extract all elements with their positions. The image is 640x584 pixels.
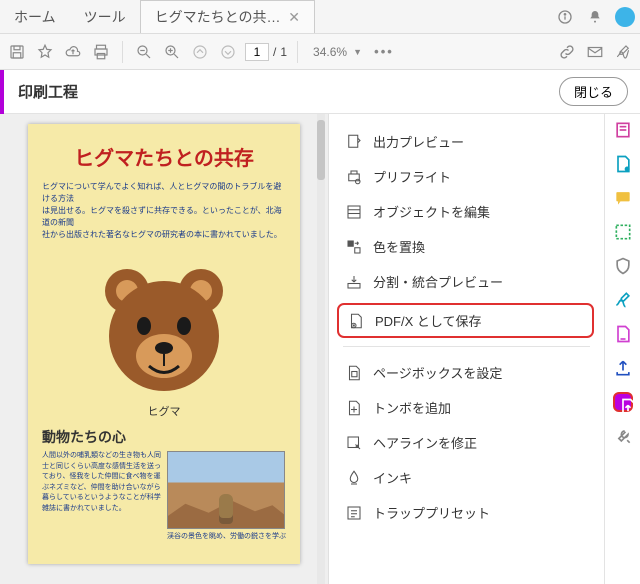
page-down-icon[interactable] xyxy=(217,41,239,63)
tab-document-label: ヒグマたちとの共… xyxy=(155,7,281,27)
link-icon[interactable] xyxy=(556,41,578,63)
scrollbar-thumb[interactable] xyxy=(317,120,325,180)
main-area: ヒグマたちとの共存 ヒグマについて学んでよく知れば、人とヒグマの間のトラブルを避… xyxy=(0,114,640,584)
close-panel-button[interactable]: 閉じる xyxy=(559,77,628,106)
rail-sign-icon[interactable] xyxy=(613,290,633,310)
mail-icon[interactable] xyxy=(584,41,606,63)
right-tool-rail xyxy=(604,114,640,584)
item-ink[interactable]: インキ xyxy=(329,460,604,495)
main-toolbar: / 1 34.6% ▼ ••• xyxy=(0,34,640,70)
item-fix-hairlines[interactable]: ヘアラインを修正 xyxy=(329,425,604,460)
item-label: インキ xyxy=(373,468,412,487)
zoom-out-icon[interactable] xyxy=(133,41,155,63)
sign-icon[interactable] xyxy=(612,41,634,63)
save-icon[interactable] xyxy=(6,41,28,63)
rail-wrench-icon[interactable] xyxy=(613,426,633,446)
pdf-page: ヒグマたちとの共存 ヒグマについて学んでよく知れば、人とヒグマの間のトラブルを避… xyxy=(28,124,300,564)
item-label: ページボックスを設定 xyxy=(373,363,502,382)
window-tabs: ホーム ツール ヒグマたちとの共… ✕ xyxy=(0,0,640,34)
bear-caption: ヒグマ xyxy=(42,403,286,419)
page-indicator: / 1 xyxy=(245,43,287,61)
panel-accent xyxy=(0,70,4,114)
document-viewport[interactable]: ヒグマたちとの共存 ヒグマについて学んでよく知れば、人とヒグマの間のトラブルを避… xyxy=(0,114,328,584)
item-edit-object[interactable]: オブジェクトを編集 xyxy=(329,194,604,229)
item-page-boxes[interactable]: ページボックスを設定 xyxy=(329,355,604,390)
panel-header: 印刷工程 閉じる xyxy=(0,70,640,114)
item-label: オブジェクトを編集 xyxy=(373,202,490,221)
cloud-upload-icon[interactable] xyxy=(62,41,84,63)
close-tab-icon[interactable]: ✕ xyxy=(288,9,300,26)
rail-document-icon[interactable] xyxy=(613,324,633,344)
zoom-dropdown[interactable]: 34.6% ▼ xyxy=(308,42,367,62)
zoom-in-icon[interactable] xyxy=(161,41,183,63)
item-label: 色を置換 xyxy=(373,237,425,256)
item-save-as-pdfx[interactable]: PDF/X として保存 xyxy=(337,303,594,338)
more-icon[interactable]: ••• xyxy=(373,41,395,63)
chevron-down-icon: ▼ xyxy=(353,47,362,57)
doc-body-3: 社から出版された著名なヒグマの研究者の本に書かれていました。 xyxy=(42,229,286,241)
item-trap-presets[interactable]: トラッププリセット xyxy=(329,495,604,530)
rail-shield-icon[interactable] xyxy=(613,256,633,276)
item-label: ヘアラインを修正 xyxy=(373,433,477,452)
rail-print-production-icon[interactable] xyxy=(613,392,633,412)
item-flatten-preview[interactable]: 分割・統合プレビュー xyxy=(329,264,604,299)
item-replace-color[interactable]: 色を置換 xyxy=(329,229,604,264)
item-add-trim-marks[interactable]: トンボを追加 xyxy=(329,390,604,425)
rail-export-icon[interactable] xyxy=(613,154,633,174)
tab-tools[interactable]: ツール xyxy=(70,0,140,33)
rail-upload-icon[interactable] xyxy=(613,358,633,378)
info-icon[interactable] xyxy=(550,0,580,33)
tab-document[interactable]: ヒグマたちとの共… ✕ xyxy=(140,0,315,33)
page-current-input[interactable] xyxy=(245,43,269,61)
print-icon[interactable] xyxy=(90,41,112,63)
item-label: トラッププリセット xyxy=(373,503,490,522)
panel-title: 印刷工程 xyxy=(18,81,78,102)
rail-comment-icon[interactable] xyxy=(613,188,633,208)
item-label: トンボを追加 xyxy=(373,398,451,417)
item-label: 分割・統合プレビュー xyxy=(373,272,503,291)
rail-dashed-box-icon[interactable] xyxy=(613,222,633,242)
item-output-preview[interactable]: 出力プレビュー xyxy=(329,124,604,159)
rail-page-icon[interactable] xyxy=(613,120,633,140)
doc-photo-caption: 渓谷の景色を眺め、労働の鋭さを学ぶ xyxy=(167,531,286,541)
doc-body-1: ヒグマについて学んでよく知れば、人とヒグマの間のトラブルを避ける方法 xyxy=(42,181,286,205)
bell-icon[interactable] xyxy=(580,0,610,33)
print-production-panel: 出力プレビュー プリフライト オブジェクトを編集 色を置換 分割・統合プレビュー… xyxy=(328,114,640,584)
doc-title: ヒグマたちとの共存 xyxy=(42,142,286,171)
star-icon[interactable] xyxy=(34,41,56,63)
doc-subheading: 動物たちの心 xyxy=(42,427,286,447)
doc-column-text: 人間以外の哺乳類などの生き物も人同士と同じくらい高度な感情生活を送っており、怪我… xyxy=(42,451,161,541)
page-up-icon[interactable] xyxy=(189,41,211,63)
panel-divider xyxy=(343,346,590,347)
doc-body-2: は見出せる。ヒグマを殺さずに共存できる。といったことが、北海道の新聞 xyxy=(42,205,286,229)
item-label: 出力プレビュー xyxy=(373,132,464,151)
item-label: プリフライト xyxy=(373,167,451,186)
bear-illustration xyxy=(89,251,239,401)
vertical-scrollbar[interactable] xyxy=(317,114,325,584)
item-label: PDF/X として保存 xyxy=(375,311,482,330)
tab-home[interactable]: ホーム xyxy=(0,0,70,33)
zoom-value: 34.6% xyxy=(313,45,347,59)
item-preflight[interactable]: プリフライト xyxy=(329,159,604,194)
page-total: 1 xyxy=(280,45,287,59)
user-avatar[interactable] xyxy=(610,0,640,33)
doc-photo xyxy=(167,451,285,529)
